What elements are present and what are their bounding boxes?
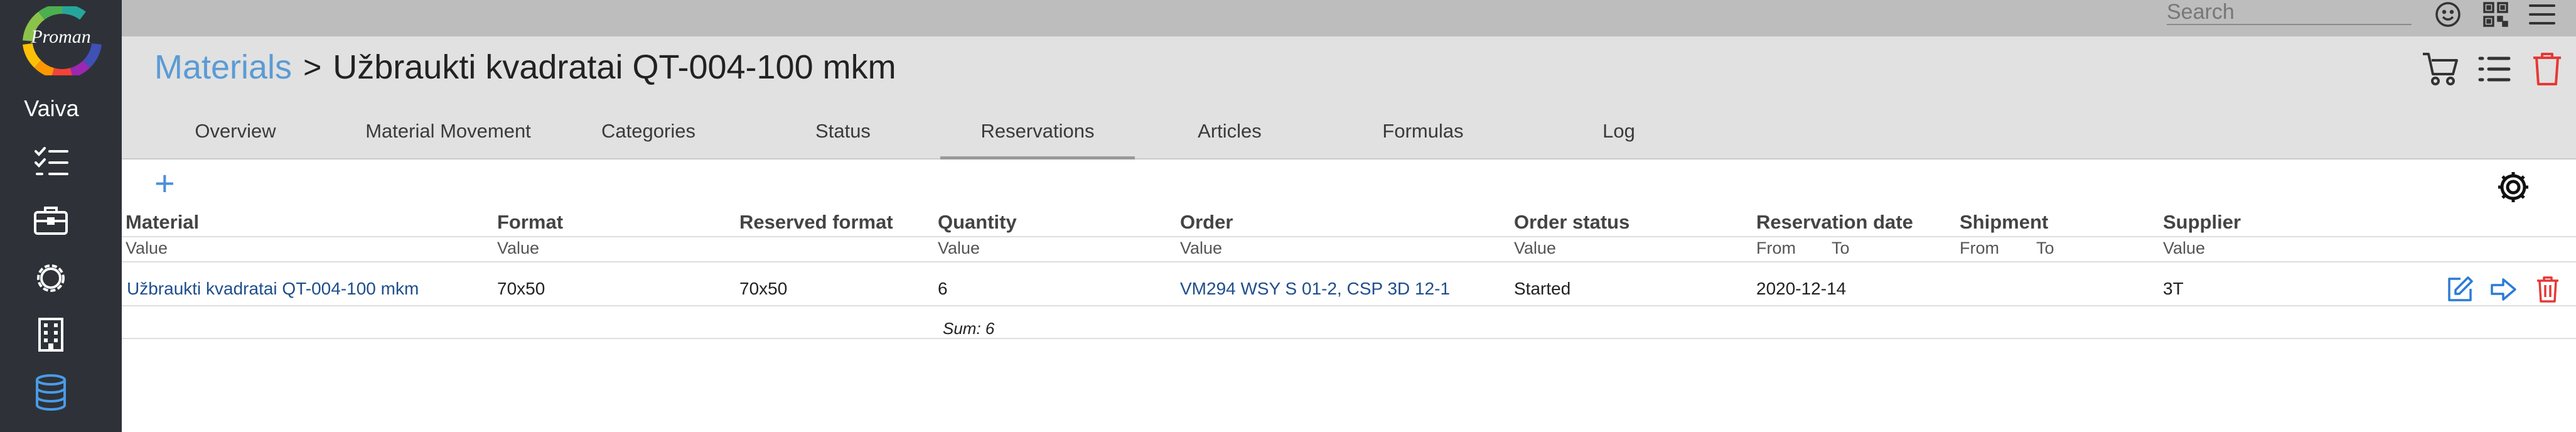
column-header-supplier[interactable]: Supplier bbox=[2163, 211, 2241, 234]
column-header-order-status[interactable]: Order status bbox=[1514, 211, 1629, 234]
cell-reserved-format: 70x50 bbox=[739, 279, 788, 298]
gear-outline-icon[interactable] bbox=[31, 259, 70, 298]
page-header: Materials > Užbraukti kvadratai QT-004-1… bbox=[122, 36, 2576, 159]
sidebar: Proman Vaiva bbox=[0, 0, 122, 432]
filter-format[interactable]: Value bbox=[497, 239, 539, 258]
cell-quantity: 6 bbox=[938, 279, 948, 298]
filter-shipment-from[interactable]: From bbox=[1960, 239, 1999, 258]
filter-reservation-date-to[interactable]: To bbox=[1832, 239, 1850, 258]
breadcrumb-materials-link[interactable]: Materials bbox=[154, 48, 292, 87]
cart-icon[interactable] bbox=[2418, 46, 2463, 92]
logo-text: Proman bbox=[31, 26, 91, 47]
row-divider bbox=[122, 305, 2576, 306]
cell-reservation-date: 2020-12-14 bbox=[1756, 279, 1847, 298]
tab-label: Material Movement bbox=[365, 120, 531, 142]
tab-log[interactable]: Log bbox=[1547, 107, 1691, 159]
column-header-shipment[interactable]: Shipment bbox=[1960, 211, 2048, 234]
reservations-panel: + Material Format Reserved format Quanti… bbox=[122, 161, 2576, 432]
add-reservation-button[interactable]: + bbox=[154, 166, 175, 201]
column-header-quantity[interactable]: Quantity bbox=[938, 211, 1017, 234]
quantity-sum: Sum: 6 bbox=[943, 319, 995, 338]
filter-quantity[interactable]: Value bbox=[938, 239, 980, 258]
cell-format: 70x50 bbox=[497, 279, 545, 298]
smiley-icon[interactable] bbox=[2432, 0, 2464, 29]
tab-label: Reservations bbox=[980, 120, 1095, 142]
tab-label: Log bbox=[1602, 120, 1635, 142]
breadcrumb: Materials > Užbraukti kvadratai QT-004-1… bbox=[154, 48, 896, 87]
page-title: Užbraukti kvadratai QT-004-100 mkm bbox=[333, 48, 896, 86]
tab-status[interactable]: Status bbox=[771, 107, 915, 159]
column-header-reservation-date[interactable]: Reservation date bbox=[1756, 211, 1913, 234]
column-header-format[interactable]: Format bbox=[497, 211, 563, 234]
briefcase-icon[interactable] bbox=[31, 201, 70, 240]
tab-label: Categories bbox=[601, 120, 695, 142]
breadcrumb-separator: > bbox=[303, 50, 322, 85]
qr-code-icon[interactable] bbox=[2479, 0, 2512, 29]
tab-bar: Overview Material Movement Categories St… bbox=[122, 107, 1879, 159]
tab-material-movement[interactable]: Material Movement bbox=[341, 107, 555, 159]
building-icon[interactable] bbox=[31, 315, 70, 354]
delete-row-icon[interactable] bbox=[2532, 274, 2563, 305]
column-header-material[interactable]: Material bbox=[126, 211, 199, 234]
column-header-order[interactable]: Order bbox=[1180, 211, 1233, 234]
tab-categories[interactable]: Categories bbox=[576, 107, 721, 159]
cell-supplier: 3T bbox=[2163, 279, 2184, 298]
filter-divider bbox=[122, 261, 2576, 262]
sum-divider bbox=[122, 338, 2576, 339]
tab-articles[interactable]: Articles bbox=[1157, 107, 1302, 159]
edit-icon[interactable] bbox=[2444, 274, 2476, 305]
column-header-reserved-format[interactable]: Reserved format bbox=[739, 211, 893, 234]
gear-icon[interactable] bbox=[2494, 168, 2532, 206]
tasks-icon[interactable] bbox=[31, 143, 70, 182]
cell-material[interactable]: Užbraukti kvadratai QT-004-100 mkm bbox=[127, 279, 419, 299]
tab-formulas[interactable]: Formulas bbox=[1351, 107, 1495, 159]
tab-label: Status bbox=[815, 120, 871, 142]
tab-label: Formulas bbox=[1382, 120, 1464, 142]
search-input[interactable] bbox=[2167, 0, 2412, 25]
cell-order-status: Started bbox=[1514, 279, 1571, 298]
filter-material[interactable]: Value bbox=[126, 239, 168, 258]
trash-icon[interactable] bbox=[2525, 46, 2570, 92]
filter-supplier[interactable]: Value bbox=[2163, 239, 2205, 258]
filter-shipment-to[interactable]: To bbox=[2036, 239, 2054, 258]
database-icon[interactable] bbox=[31, 373, 70, 412]
list-icon[interactable] bbox=[2472, 46, 2517, 92]
filter-reservation-date-from[interactable]: From bbox=[1756, 239, 1796, 258]
top-bar bbox=[122, 0, 2576, 36]
header-divider bbox=[122, 236, 2576, 237]
user-name[interactable]: Vaiva bbox=[0, 95, 103, 122]
arrow-right-icon[interactable] bbox=[2488, 274, 2520, 305]
filter-order-status[interactable]: Value bbox=[1514, 239, 1556, 258]
cell-order[interactable]: VM294 WSY S 01-2, CSP 3D 12-1 bbox=[1180, 279, 1450, 299]
filter-order[interactable]: Value bbox=[1180, 239, 1222, 258]
hamburger-menu-icon[interactable] bbox=[2526, 0, 2558, 29]
tab-reservations[interactable]: Reservations bbox=[940, 107, 1135, 159]
tab-overview[interactable]: Overview bbox=[163, 107, 308, 159]
app-root: Proman Vaiva Search Materials > Užbraukt… bbox=[0, 0, 2576, 432]
tab-label: Overview bbox=[195, 120, 276, 142]
tab-label: Articles bbox=[1198, 120, 1262, 142]
